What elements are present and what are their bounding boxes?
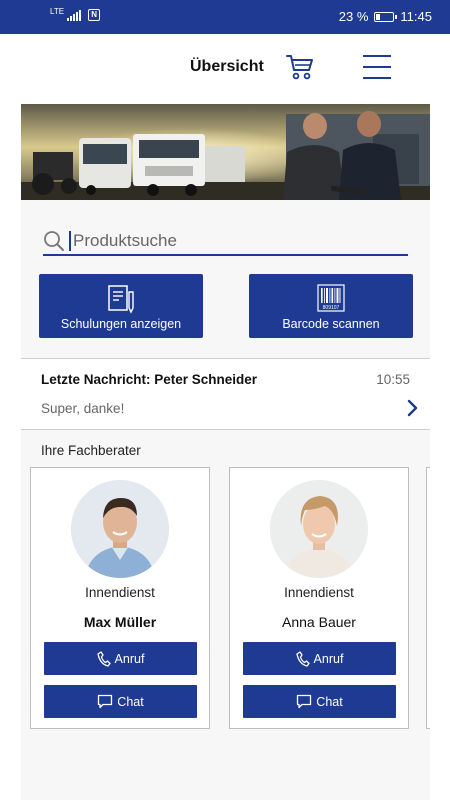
signal-icon	[67, 9, 82, 21]
advisor-carousel[interactable]: Innendienst Max Müller Anruf Chat Innend…	[21, 467, 430, 729]
product-search-input[interactable]	[73, 228, 393, 254]
last-message-text: Super, danke!	[41, 401, 125, 416]
scan-barcode-label: Barcode scannen	[282, 317, 380, 331]
next-advisor-card-peek[interactable]	[426, 467, 430, 729]
chevron-right-icon[interactable]	[406, 399, 420, 417]
page-title: Übersicht	[190, 58, 264, 75]
text-cursor	[69, 231, 71, 251]
chat-button-label: Chat	[316, 694, 343, 709]
chat-bubble-icon	[297, 694, 312, 709]
hero-banner-image	[21, 104, 430, 200]
call-button[interactable]: Anruf	[243, 642, 396, 675]
battery-percent: 23 %	[338, 9, 369, 24]
nfc-icon: N	[88, 9, 101, 21]
app-header: Übersicht	[21, 34, 430, 104]
barcode-icon: 809107	[316, 284, 346, 319]
advisor-name: Max Müller	[83, 614, 157, 630]
show-trainings-button[interactable]: Schulungen anzeigen	[39, 274, 203, 338]
document-pen-icon	[106, 284, 136, 319]
scan-barcode-button[interactable]: 809107 Barcode scannen	[249, 274, 413, 338]
chat-button[interactable]: Chat	[44, 685, 197, 718]
cart-icon[interactable]	[285, 52, 315, 82]
advisor-card: Innendienst Anna Bauer Anruf Chat	[229, 467, 409, 729]
advisor-card: Innendienst Max Müller Anruf Chat	[30, 467, 210, 729]
advisor-role: Innendienst	[85, 585, 155, 600]
advisors-heading: Ihre Fachberater	[41, 443, 141, 458]
network-indicator: LTE N	[50, 7, 101, 21]
avatar	[270, 480, 368, 578]
phone-icon	[295, 650, 310, 667]
phone-icon	[96, 650, 111, 667]
last-message-row[interactable]: Letzte Nachricht: Peter Schneider 10:55 …	[21, 359, 430, 429]
status-bar: LTE N 23 % 11:45	[0, 0, 450, 34]
product-search-bar[interactable]	[43, 226, 408, 256]
chat-button-label: Chat	[117, 694, 144, 709]
advisor-name: Anna Bauer	[282, 614, 356, 630]
avatar	[71, 480, 169, 578]
hamburger-menu-icon[interactable]	[363, 53, 393, 81]
advisor-role: Innendienst	[284, 585, 354, 600]
barcode-digits: 809107	[323, 305, 340, 311]
last-message-time: 10:55	[376, 372, 410, 387]
battery-icon	[374, 11, 398, 22]
call-button[interactable]: Anruf	[44, 642, 197, 675]
divider	[21, 429, 430, 430]
call-button-label: Anruf	[313, 651, 344, 666]
chat-button[interactable]: Chat	[243, 685, 396, 718]
network-type: LTE	[50, 7, 65, 16]
search-icon	[43, 230, 65, 252]
last-message-title: Letzte Nachricht: Peter Schneider	[41, 372, 258, 387]
app-page: Übersicht Produktsuche Schulungen anzeig…	[21, 34, 430, 800]
call-button-label: Anruf	[114, 651, 145, 666]
chat-bubble-icon	[98, 694, 113, 709]
status-time: 11:45	[400, 9, 432, 24]
show-trainings-label: Schulungen anzeigen	[60, 317, 182, 331]
